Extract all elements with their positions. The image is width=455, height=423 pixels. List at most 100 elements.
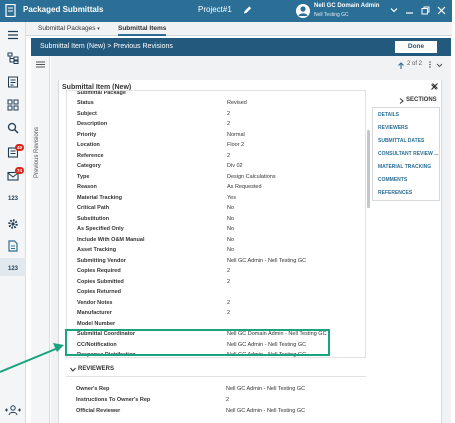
section-link-submittal-dates[interactable]: SUBMITTAL DATES bbox=[378, 138, 424, 144]
submittals-icon[interactable] bbox=[7, 240, 19, 252]
rail-item-123-second[interactable]: 123 bbox=[5, 266, 21, 272]
title-bar: Packaged Submittals Project#1 Nell GC Do… bbox=[0, 0, 452, 22]
hierarchy-icon[interactable] bbox=[7, 52, 19, 64]
section-link-references[interactable]: REFERENCES bbox=[378, 190, 412, 196]
field-value-reason: As Requested bbox=[227, 184, 262, 190]
field-value-subject: 2 bbox=[227, 110, 231, 117]
tab-submittal-items[interactable]: Submittal Items bbox=[118, 22, 167, 36]
field-label-description: Description bbox=[77, 121, 108, 127]
field-label-copies-required: Copies Required bbox=[77, 268, 121, 274]
field-label-substitution: Substitution bbox=[77, 215, 110, 222]
settings-gear-icon[interactable] bbox=[7, 218, 19, 230]
details-form: Submittal Package Status Revised Subject… bbox=[66, 90, 366, 358]
field-label-type: Type bbox=[77, 173, 90, 180]
tab-label: Submittal Packages bbox=[38, 25, 96, 32]
reviewers-title: REVIEWERS bbox=[78, 366, 115, 372]
field-label-material-tracking: Material Tracking bbox=[77, 194, 122, 201]
chevron-right-icon[interactable] bbox=[399, 98, 404, 104]
documents-badge: 49 bbox=[15, 144, 24, 151]
field-value-location: Floor 2 bbox=[227, 142, 245, 148]
field-label-subject: Subject bbox=[77, 110, 97, 117]
restore-icon[interactable] bbox=[421, 6, 430, 15]
rail-item-123[interactable]: 123 bbox=[5, 196, 21, 202]
field-value-description: 2 bbox=[227, 121, 231, 127]
mail-badge: 74 bbox=[15, 167, 24, 174]
field-label-instructions-owners-rep: Instructions To Owner's Rep bbox=[76, 397, 151, 403]
user-name[interactable]: Nell GC Domain Admin bbox=[314, 3, 379, 9]
dashboard-icon[interactable] bbox=[7, 99, 19, 111]
field-label-model-number: Model Number bbox=[77, 320, 116, 327]
section-link-reviewers[interactable]: REVIEWERS bbox=[378, 125, 408, 131]
hamburger-menu-icon[interactable] bbox=[36, 61, 45, 68]
field-label-location: Location bbox=[77, 142, 100, 148]
chevron-down-icon[interactable] bbox=[390, 6, 398, 14]
field-value-material-tracking: Yes bbox=[227, 194, 236, 201]
close-icon[interactable] bbox=[437, 6, 446, 15]
field-value-category: Div 02 bbox=[227, 163, 243, 169]
chevron-down-icon[interactable] bbox=[436, 62, 443, 69]
chevron-down-icon: ▾ bbox=[97, 26, 100, 32]
field-label-owners-rep: Owner's Rep bbox=[76, 386, 110, 392]
field-label-vendor-notes: Vendor Notes bbox=[77, 299, 113, 306]
field-label-critical-path: Critical Path bbox=[77, 205, 110, 211]
field-label-priority: Priority bbox=[77, 131, 97, 138]
more-icon[interactable] bbox=[427, 61, 433, 68]
field-label-reason: Reason bbox=[77, 184, 97, 190]
sections-header[interactable]: SECTIONS bbox=[406, 97, 437, 103]
search-icon[interactable] bbox=[7, 122, 19, 134]
reviewers-form: Owner's Rep Nell GC Admin - Nell Testing… bbox=[66, 378, 366, 423]
field-value-manufacturer: 2 bbox=[227, 310, 231, 316]
field-label-category: Category bbox=[77, 163, 101, 169]
tab-submittal-packages[interactable]: Submittal Packages ▾ bbox=[38, 22, 100, 36]
add-user-icon[interactable] bbox=[4, 404, 22, 416]
section-link-comments[interactable]: COMMENTS bbox=[378, 177, 407, 183]
edit-pencil-icon[interactable] bbox=[243, 5, 252, 15]
arrow-up-icon[interactable] bbox=[397, 62, 405, 70]
project-name[interactable]: Project#1 bbox=[198, 5, 232, 14]
field-label-copies-returned: Copies Returned bbox=[77, 289, 122, 295]
field-value-as-specified-only: No bbox=[227, 226, 235, 232]
highlight-box bbox=[65, 329, 330, 356]
app-title: Packaged Submittals bbox=[23, 5, 104, 14]
avatar-icon[interactable] bbox=[296, 4, 310, 18]
done-button[interactable]: Done bbox=[394, 40, 438, 54]
section-link-details[interactable]: DETAILS bbox=[378, 112, 399, 118]
field-label-include-om-manual: Include With O&M Manual bbox=[77, 236, 145, 243]
app-icon bbox=[5, 4, 16, 17]
field-label-reference: Reference bbox=[77, 152, 104, 159]
field-value-status: Revised bbox=[227, 100, 247, 106]
minimize-icon[interactable] bbox=[405, 6, 414, 15]
field-label-copies-submitted: Copies Submitted bbox=[77, 278, 124, 285]
field-label-cut-off: Submittal Package bbox=[77, 90, 126, 96]
previous-revisions-label: Previous Revisions bbox=[34, 126, 40, 178]
form-scrollbar[interactable] bbox=[367, 130, 370, 208]
field-label-official-reviewer: Official Reviewer bbox=[76, 408, 121, 414]
pager-count: 2 of 2 bbox=[407, 61, 423, 67]
chevron-down-icon bbox=[70, 367, 76, 372]
user-company: Nell Testing GC bbox=[314, 12, 349, 18]
section-link-material-tracking[interactable]: MATERIAL TRACKING bbox=[378, 164, 431, 170]
field-value-copies-required: 2 bbox=[227, 268, 231, 274]
breadcrumb[interactable]: Submittal Item (New) > Previous Revision… bbox=[40, 43, 173, 50]
field-value-include-om-manual: No bbox=[227, 236, 235, 243]
previous-revisions-panel[interactable]: Previous Revisions bbox=[31, 56, 50, 423]
section-link-consultant-review[interactable]: CONSULTANT REVIEW ... bbox=[378, 151, 438, 157]
field-value-substitution: No bbox=[227, 215, 235, 222]
field-value-submitting-vendor: Nell GC Admin - Nell Testing GC bbox=[227, 257, 307, 264]
field-label-manufacturer: Manufacturer bbox=[77, 310, 112, 316]
field-value-type: Design Calculations bbox=[227, 173, 276, 180]
field-value-asset-tracking: No bbox=[227, 247, 235, 253]
field-value-vendor-notes: 2 bbox=[227, 299, 231, 306]
field-value-owners-rep: Nell GC Admin - Nell Testing GC bbox=[226, 386, 306, 392]
sections-nav: DETAILS REVIEWERS SUBMITTAL DATES CONSUL… bbox=[372, 107, 440, 201]
reviewers-section-header[interactable]: REVIEWERS bbox=[66, 362, 366, 377]
field-value-reference: 2 bbox=[227, 152, 231, 159]
field-value-priority: Normal bbox=[227, 131, 245, 138]
field-label-status: Status bbox=[77, 100, 94, 106]
close-icon[interactable] bbox=[432, 83, 438, 89]
field-label-asset-tracking: Asset Tracking bbox=[77, 247, 117, 253]
field-label-as-specified-only: As Specified Only bbox=[77, 226, 124, 232]
hamburger-menu-icon[interactable] bbox=[7, 29, 19, 41]
field-value-official-reviewer: Nell GC Admin - Nell Testing GC bbox=[226, 408, 306, 414]
forms-icon[interactable] bbox=[7, 76, 19, 88]
